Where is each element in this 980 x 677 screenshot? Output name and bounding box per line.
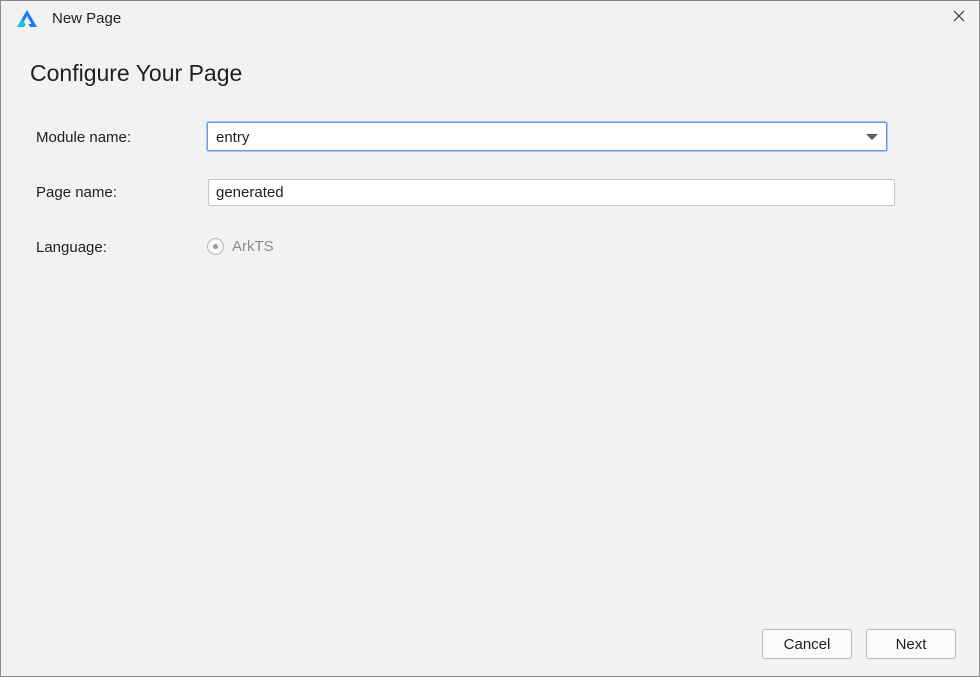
close-icon — [953, 9, 965, 27]
radio-selected-icon — [207, 238, 224, 255]
page-name-input[interactable] — [208, 179, 895, 206]
window-title: New Page — [52, 10, 122, 27]
language-option-label: ArkTS — [232, 238, 274, 255]
title-bar: New Page — [1, 1, 979, 37]
deveco-logo-icon — [16, 9, 38, 29]
chevron-down-icon — [866, 134, 878, 140]
new-page-dialog: New Page Configure Your Page Module name… — [0, 0, 980, 677]
language-radio-arkts[interactable]: ArkTS — [207, 238, 274, 255]
cancel-button[interactable]: Cancel — [762, 629, 852, 659]
close-button[interactable] — [943, 3, 975, 33]
module-name-value: entry — [216, 129, 250, 146]
module-name-select[interactable]: entry — [207, 122, 887, 151]
next-button[interactable]: Next — [866, 629, 956, 659]
module-name-label: Module name: — [36, 129, 132, 146]
language-label: Language: — [36, 239, 107, 256]
page-title: Configure Your Page — [30, 60, 243, 86]
page-name-label: Page name: — [36, 184, 117, 201]
